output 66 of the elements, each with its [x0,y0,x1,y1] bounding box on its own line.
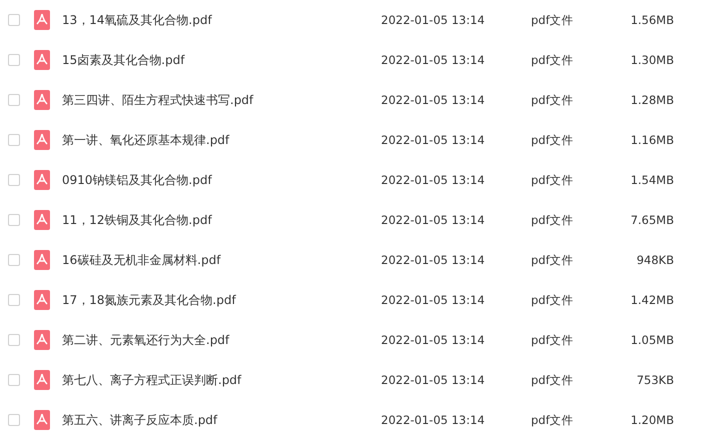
file-name[interactable]: 16碳硅及无机非金属材料.pdf [62,252,381,268]
pdf-file-icon [34,210,50,230]
modified-date: 2022-01-05 13:14 [381,53,486,67]
pdf-file-icon [34,50,50,70]
file-type: pdf文件 [531,412,575,428]
file-name[interactable]: 第一讲、氧化还原基本规律.pdf [62,132,381,148]
checkbox[interactable] [8,294,20,306]
checkbox[interactable] [8,14,20,26]
modified-date: 2022-01-05 13:14 [381,253,486,267]
file-name[interactable]: 11，12铁铜及其化合物.pdf [62,212,381,228]
file-name[interactable]: 17，18氮族元素及其化合物.pdf [62,292,381,308]
checkbox[interactable] [8,374,20,386]
pdf-file-icon [34,250,50,270]
file-type: pdf文件 [531,132,575,148]
file-size: 1.54MB [630,173,674,187]
file-type: pdf文件 [531,292,575,308]
checkbox[interactable] [8,54,20,66]
checkbox[interactable] [8,414,20,426]
pdf-file-icon [34,290,50,310]
file-size: 7.65MB [630,213,674,227]
pdf-file-icon [34,90,50,110]
pdf-file-icon [34,170,50,190]
pdf-file-icon [34,10,50,30]
pdf-file-icon [34,330,50,350]
modified-date: 2022-01-05 13:14 [381,133,486,147]
modified-date: 2022-01-05 13:14 [381,173,486,187]
modified-date: 2022-01-05 13:14 [381,293,486,307]
checkbox[interactable] [8,134,20,146]
file-name[interactable]: 第五六、讲离子反应本质.pdf [62,412,381,428]
file-type: pdf文件 [531,372,575,388]
file-type: pdf文件 [531,252,575,268]
file-type: pdf文件 [531,92,575,108]
file-size: 1.42MB [630,293,674,307]
modified-date: 2022-01-05 13:14 [381,213,486,227]
checkbox[interactable] [8,214,20,226]
file-name[interactable]: 第七八、离子方程式正误判断.pdf [62,372,381,388]
file-name[interactable]: 13，14氧硫及其化合物.pdf [62,12,381,28]
file-name[interactable]: 0910钠镁铝及其化合物.pdf [62,172,381,188]
file-type: pdf文件 [531,212,575,228]
checkbox[interactable] [8,94,20,106]
file-size: 1.05MB [630,333,674,347]
checkbox[interactable] [8,334,20,346]
modified-date: 2022-01-05 13:14 [381,333,486,347]
file-type: pdf文件 [531,172,575,188]
file-name[interactable]: 第二讲、元素氧还行为大全.pdf [62,332,381,348]
file-size: 1.16MB [630,133,674,147]
file-size: 753KB [636,373,674,387]
pdf-file-icon [34,130,50,150]
file-type: pdf文件 [531,52,575,68]
checkbox[interactable] [8,174,20,186]
file-name[interactable]: 第三四讲、陌生方程式快速书写.pdf [62,92,381,108]
file-size: 1.30MB [630,53,674,67]
file-size: 1.28MB [630,93,674,107]
checkbox[interactable] [8,254,20,266]
file-size: 1.20MB [630,413,674,427]
pdf-file-icon [34,410,50,430]
file-type: pdf文件 [531,12,575,28]
modified-date: 2022-01-05 13:14 [381,373,486,387]
file-type: pdf文件 [531,332,575,348]
pdf-file-icon [34,370,50,390]
file-name[interactable]: 15卤素及其化合物.pdf [62,52,381,68]
file-size: 948KB [636,253,674,267]
file-size: 1.56MB [630,13,674,27]
modified-date: 2022-01-05 13:14 [381,413,486,427]
modified-date: 2022-01-05 13:14 [381,93,486,107]
modified-date: 2022-01-05 13:14 [381,13,486,27]
